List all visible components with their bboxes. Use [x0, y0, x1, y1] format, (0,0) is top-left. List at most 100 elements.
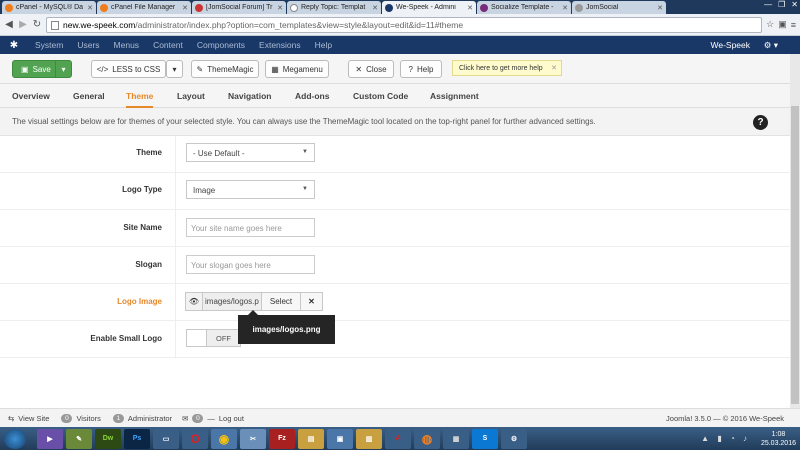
help-tip-banner[interactable]: Click here to get more help ✕ [452, 60, 562, 76]
close-icon[interactable]: ✕ [657, 4, 663, 12]
close-icon: ✕ [355, 64, 363, 74]
close-icon[interactable]: ✕ [562, 4, 568, 12]
browser-tab-wespeek-admin[interactable]: We-Speek - Admini ✕ [382, 1, 476, 14]
save-button[interactable]: ▣ Save ▾ [12, 60, 72, 78]
theme-select[interactable]: - Use Default - ▼ [186, 143, 315, 162]
tab-theme[interactable]: Theme [126, 91, 154, 108]
snipping-tool-icon[interactable]: ✂ [240, 428, 266, 449]
close-icon[interactable]: ✕ [87, 4, 93, 12]
menu-content[interactable]: Content [146, 40, 190, 50]
back-arrow-icon[interactable]: ◀ [4, 19, 14, 30]
small-logo-toggle[interactable]: OFF [186, 329, 241, 347]
mail-icon[interactable]: ✉ [182, 414, 188, 423]
clock[interactable]: 1:08 25.03.2016 [761, 430, 796, 448]
tab-addons[interactable]: Add-ons [295, 91, 329, 101]
visitors-count: 0 [61, 413, 73, 423]
skype-icon[interactable]: S [472, 428, 498, 449]
close-icon[interactable]: ✕ [551, 64, 557, 72]
browser-tab-cpanel-files[interactable]: cPanel File Manager ✕ [97, 1, 191, 14]
scrollbar-thumb[interactable] [791, 106, 799, 404]
browser-tab-reply-topic[interactable]: Reply Topic: Templat ✕ [287, 1, 381, 14]
logo-type-select[interactable]: Image ▼ [186, 180, 315, 199]
slogan-input[interactable]: Your slogan goes here [186, 255, 315, 274]
megamenu-button[interactable]: ▦ Megamenu [265, 60, 329, 78]
joomla-icon [385, 3, 393, 12]
forward-arrow-icon[interactable]: ▶ [18, 19, 28, 30]
browser-tab-jomsocial-forum[interactable]: [JomSocial Forum] Tr ✕ [192, 1, 286, 14]
photoshop-icon[interactable]: Ps [124, 428, 150, 449]
opera-icon[interactable]: O [182, 428, 208, 449]
close-icon[interactable]: ✕ [182, 4, 188, 12]
menu-system[interactable]: System [28, 40, 70, 50]
thememagic-button[interactable]: ✎ ThemeMagic [191, 60, 259, 78]
site-name-input[interactable]: Your site name goes here [186, 218, 315, 237]
less-to-css-button[interactable]: </> LESS to CSS [91, 60, 166, 78]
url-input[interactable]: new.we-speek.com/administrator/index.php… [46, 16, 763, 33]
acrobat-icon[interactable]: A [385, 428, 411, 449]
tab-navigation[interactable]: Navigation [228, 91, 271, 101]
menu-icon[interactable]: ≡ [791, 20, 796, 30]
file-explorer-icon[interactable]: ▤ [298, 428, 324, 449]
calculator-icon[interactable]: ▦ [443, 428, 469, 449]
close-button[interactable]: ✕ Close [348, 60, 394, 78]
settings-tabs: Overview General Theme Layout Navigation… [0, 84, 800, 108]
less-dropdown-button[interactable]: ▾ [166, 60, 183, 78]
menu-help[interactable]: Help [308, 40, 339, 50]
browser-tab-jomsocial[interactable]: JomSocial ✕ [572, 1, 666, 14]
messages-count: 0 [192, 413, 204, 423]
tab-layout[interactable]: Layout [177, 91, 205, 101]
menu-users[interactable]: Users [70, 40, 106, 50]
tab-assignment[interactable]: Assignment [430, 91, 479, 101]
page-scrollbar[interactable] [790, 54, 800, 408]
tab-general[interactable]: General [73, 91, 105, 101]
notepad-icon[interactable]: ✎ [66, 428, 92, 449]
gear-icon[interactable]: ⚙ ▾ [764, 40, 778, 51]
question-icon: ? [408, 64, 413, 74]
archive-icon[interactable]: ▥ [356, 428, 382, 449]
close-icon[interactable]: ✕ [467, 4, 473, 12]
tab-overview[interactable]: Overview [12, 91, 50, 101]
firefox-icon[interactable]: ◍ [414, 428, 440, 449]
chrome-icon[interactable]: ◉ [211, 428, 237, 449]
tools-icon[interactable]: ⚙ [501, 428, 527, 449]
form-row-logo-type: Logo Type Image ▼ [0, 173, 790, 210]
logo-image-select-button[interactable]: Select [262, 292, 301, 311]
menu-extensions[interactable]: Extensions [252, 40, 308, 50]
joomla-logo-icon[interactable]: ✱ [0, 40, 28, 51]
start-button[interactable] [4, 428, 26, 449]
help-question-icon[interactable]: ? [753, 115, 768, 130]
browser-tab-socialize[interactable]: Socialize Template - ✕ [477, 1, 571, 14]
site-name-label: Site Name [123, 223, 162, 232]
logo-path-tooltip: images/logos.png [238, 310, 335, 344]
close-icon[interactable]: ✕ [372, 4, 378, 12]
logout-link[interactable]: Log out [219, 414, 244, 423]
close-icon[interactable]: ✕ [277, 4, 283, 12]
filezilla-icon[interactable]: Fz [269, 428, 295, 449]
chevron-down-icon[interactable]: ▾ [55, 61, 71, 77]
extension-icon[interactable]: ▣ [778, 19, 787, 30]
minimize-icon[interactable]: — [764, 0, 772, 9]
logo-image-clear-button[interactable]: ✕ [301, 292, 323, 311]
logo-image-path: images/logos.p [203, 292, 262, 311]
admin-menu-bar: ✱ System Users Menus Content Components … [0, 36, 800, 54]
help-button[interactable]: ? Help [400, 60, 442, 78]
remote-desktop-icon[interactable]: ▣ [327, 428, 353, 449]
view-site-link[interactable]: View Site [18, 414, 49, 423]
menu-components[interactable]: Components [190, 40, 252, 50]
system-tray-icons[interactable]: ▲ ▮ ◔ ♪ [701, 434, 750, 443]
media-player-icon[interactable]: ▶ [37, 428, 63, 449]
tab-custom-code[interactable]: Custom Code [353, 91, 408, 101]
site-name-link[interactable]: We-Speek [710, 40, 750, 50]
reload-icon[interactable]: ↻ [32, 19, 42, 30]
folder-icon[interactable]: ▭ [153, 428, 179, 449]
dreamweaver-icon[interactable]: Dw [95, 428, 121, 449]
chevron-down-icon: ▼ [302, 186, 308, 192]
close-window-icon[interactable]: ✕ [791, 0, 798, 9]
bookmark-star-icon[interactable]: ☆ [766, 19, 774, 30]
browser-tab-strip: cPanel - MySQL® Da ✕ cPanel File Manager ✕… [0, 0, 800, 14]
maximize-icon[interactable]: ❐ [778, 0, 785, 9]
eye-icon[interactable]: 👁 [185, 292, 203, 311]
form-row-logo-image: Logo Image [0, 284, 790, 321]
browser-tab-cpanel-mysql[interactable]: cPanel - MySQL® Da ✕ [2, 1, 96, 14]
menu-menus[interactable]: Menus [107, 40, 147, 50]
